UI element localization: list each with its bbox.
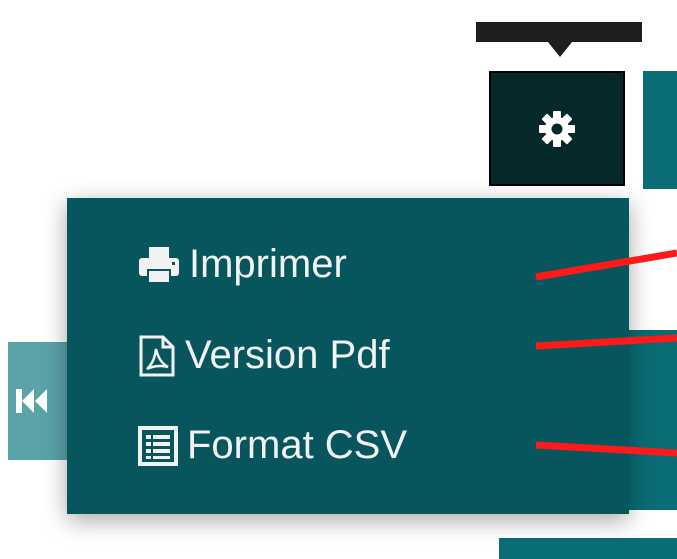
teal-panel-edge [628,330,677,510]
gear-icon [539,110,575,147]
teal-panel-edge [643,71,677,189]
tooltip-caret [548,42,572,57]
menu-item-print[interactable]: Imprimer [137,242,347,287]
csv-list-icon [137,425,179,467]
tooltip [476,22,642,42]
fast-backward-icon [16,389,47,413]
screen: Imprimer Version Pdf Format CSV [0,0,677,559]
printer-icon [137,245,181,285]
menu-item-csv[interactable]: Format CSV [137,423,407,468]
menu-item-label: Version Pdf [185,333,390,377]
export-menu: Imprimer Version Pdf Format CSV [67,198,629,514]
pdf-file-icon [137,335,177,377]
teal-panel-edge [499,538,677,559]
settings-button[interactable] [489,71,625,186]
menu-item-label: Imprimer [189,242,347,286]
menu-item-pdf[interactable]: Version Pdf [137,333,390,378]
menu-item-label: Format CSV [187,423,408,467]
